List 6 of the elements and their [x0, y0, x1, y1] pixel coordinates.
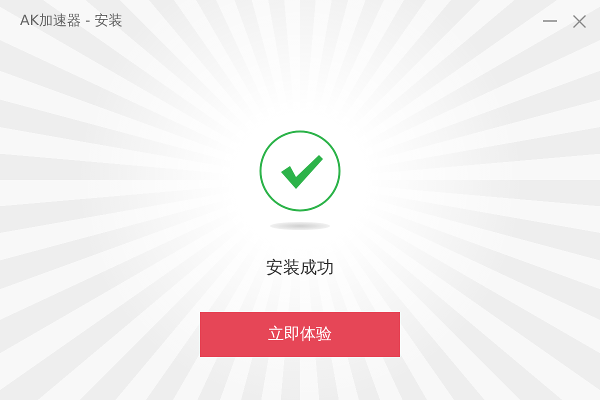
start-button[interactable]: 立即体验 — [200, 312, 400, 356]
check-circle-icon — [259, 130, 341, 212]
window-title: AK加速器 - 安装 — [20, 12, 123, 30]
shadow-ellipse — [270, 222, 330, 230]
status-message: 安装成功 — [266, 257, 334, 280]
close-icon[interactable] — [573, 14, 586, 28]
